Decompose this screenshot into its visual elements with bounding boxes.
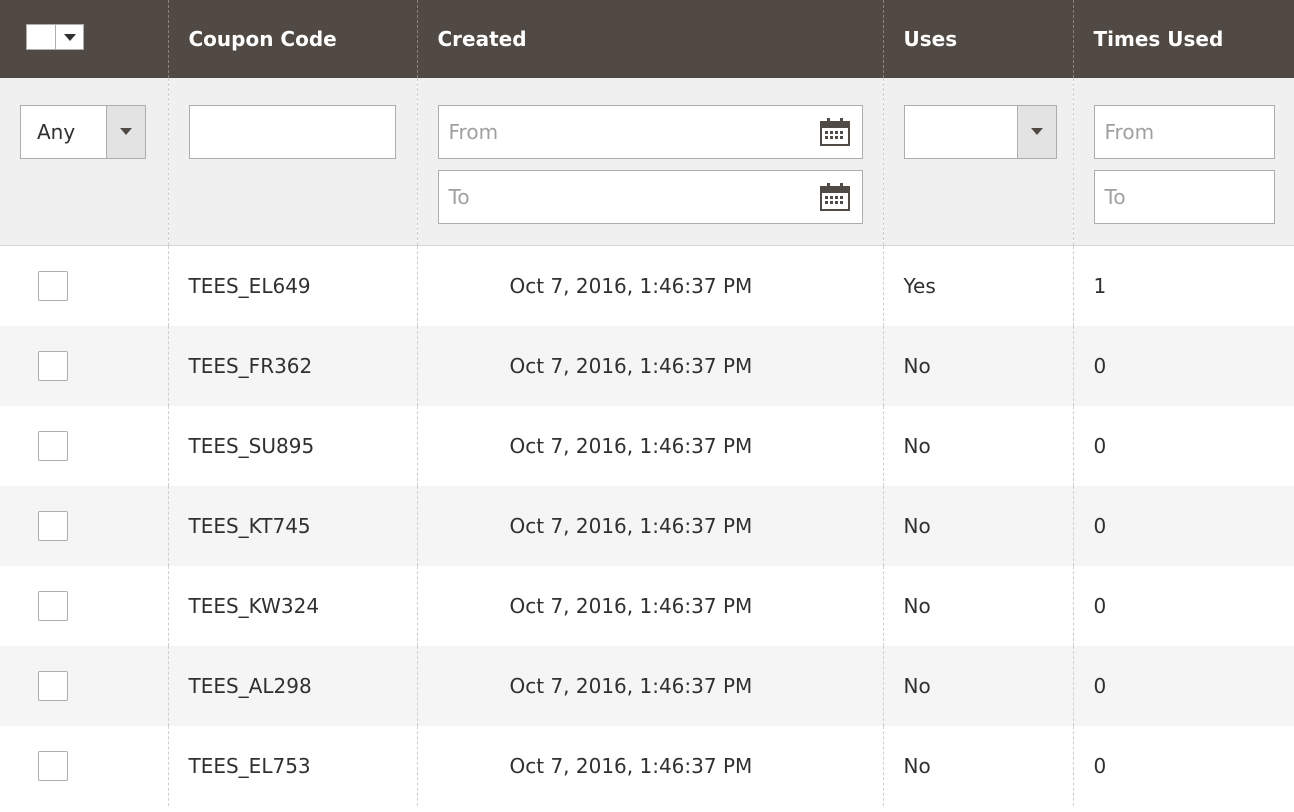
times-used-cell: 0 — [1072, 485, 1294, 566]
uses-cell: Yes — [882, 245, 1073, 326]
times-used-cell: 0 — [1072, 565, 1294, 646]
created-from-placeholder: From — [448, 120, 499, 144]
column-header-uses[interactable]: Uses — [882, 0, 1073, 78]
created-cell: Oct 7, 2016, 1:46:37 PM — [416, 405, 883, 486]
table-row[interactable]: TEES_EL753 Oct 7, 2016, 1:46:37 PM No 0 — [0, 725, 1294, 806]
mass-select-checkbox[interactable] — [26, 23, 56, 50]
times-used-to-placeholder: To — [1104, 185, 1126, 209]
calendar-icon[interactable] — [819, 183, 850, 211]
coupon-code-cell: TEES_KW324 — [167, 565, 417, 646]
created-cell: Oct 7, 2016, 1:46:37 PM — [416, 325, 883, 406]
row-select-cell — [0, 645, 168, 726]
coupon-code-cell: TEES_KT745 — [167, 485, 417, 566]
row-checkbox[interactable] — [38, 350, 68, 381]
uses-cell: No — [882, 565, 1073, 646]
header-row: Coupon Code Created Uses Times Used — [0, 0, 1294, 78]
any-select-value: Any — [37, 120, 76, 144]
chevron-down-icon[interactable] — [56, 23, 84, 50]
table-row[interactable]: TEES_AL298 Oct 7, 2016, 1:46:37 PM No 0 — [0, 645, 1294, 726]
table-row[interactable]: TEES_EL649 Oct 7, 2016, 1:46:37 PM Yes 1 — [0, 245, 1294, 326]
filter-created-cell: From To — [416, 78, 883, 246]
created-cell: Oct 7, 2016, 1:46:37 PM — [416, 565, 883, 646]
times-used-cell: 0 — [1072, 325, 1294, 406]
uses-cell: No — [882, 405, 1073, 486]
row-select-cell — [0, 485, 168, 566]
created-cell: Oct 7, 2016, 1:46:37 PM — [416, 245, 883, 326]
row-checkbox[interactable] — [38, 670, 68, 701]
uses-select[interactable] — [903, 105, 1057, 159]
coupon-code-cell: TEES_EL753 — [167, 725, 417, 806]
created-to-placeholder: To — [448, 185, 470, 209]
uses-cell: No — [882, 725, 1073, 806]
times-used-cell: 0 — [1072, 645, 1294, 726]
coupon-code-cell: TEES_EL649 — [167, 245, 417, 326]
mass-select-dropdown[interactable] — [26, 23, 84, 50]
filter-uses-cell — [882, 78, 1073, 246]
row-checkbox[interactable] — [38, 270, 68, 301]
coupon-code-cell: TEES_SU895 — [167, 405, 417, 486]
table-row[interactable]: TEES_SU895 Oct 7, 2016, 1:46:37 PM No 0 — [0, 405, 1294, 486]
any-select[interactable]: Any — [20, 105, 146, 159]
coupon-code-cell: TEES_FR362 — [167, 325, 417, 406]
row-select-cell — [0, 566, 168, 646]
times-used-from-placeholder: From — [1104, 120, 1155, 144]
column-header-times-used[interactable]: Times Used — [1072, 0, 1294, 78]
created-cell: Oct 7, 2016, 1:46:37 PM — [416, 645, 883, 726]
created-to-input[interactable]: To — [437, 170, 863, 224]
times-used-from-input[interactable]: From — [1093, 105, 1275, 159]
uses-cell: No — [882, 645, 1073, 726]
table-row[interactable]: TEES_FR362 Oct 7, 2016, 1:46:37 PM No 0 — [0, 325, 1294, 406]
chevron-down-icon[interactable] — [106, 106, 145, 158]
chevron-down-icon[interactable] — [1016, 106, 1056, 158]
row-checkbox[interactable] — [38, 750, 68, 781]
coupon-grid: Coupon Code Created Uses Times Used Any … — [0, 0, 1294, 806]
row-select-cell — [0, 246, 168, 326]
filter-select-cell: Any — [0, 78, 168, 246]
uses-cell: No — [882, 325, 1073, 406]
column-header-created[interactable]: Created — [416, 0, 883, 78]
calendar-icon[interactable] — [819, 118, 850, 146]
times-used-cell: 1 — [1072, 245, 1294, 326]
times-used-to-input[interactable]: To — [1093, 170, 1275, 224]
column-header-coupon-code[interactable]: Coupon Code — [167, 0, 417, 78]
coupon-code-cell: TEES_AL298 — [167, 645, 417, 726]
row-checkbox[interactable] — [38, 430, 68, 461]
created-cell: Oct 7, 2016, 1:46:37 PM — [416, 725, 883, 806]
mass-action-header — [0, 0, 168, 78]
coupon-code-filter-input[interactable] — [188, 105, 396, 159]
table-row[interactable]: TEES_KT745 Oct 7, 2016, 1:46:37 PM No 0 — [0, 485, 1294, 566]
table-row[interactable]: TEES_KW324 Oct 7, 2016, 1:46:37 PM No 0 — [0, 565, 1294, 646]
filter-row: Any From To From To — [0, 78, 1294, 246]
times-used-cell: 0 — [1072, 405, 1294, 486]
row-select-cell — [0, 406, 168, 486]
filter-coupon-code-cell — [167, 78, 417, 246]
row-select-cell — [0, 325, 168, 406]
row-checkbox[interactable] — [38, 510, 68, 541]
uses-cell: No — [882, 485, 1073, 566]
row-select-cell — [0, 726, 168, 806]
filter-times-used-cell: From To — [1072, 78, 1294, 246]
times-used-cell: 0 — [1072, 725, 1294, 806]
created-from-input[interactable]: From — [437, 105, 863, 159]
created-cell: Oct 7, 2016, 1:46:37 PM — [416, 485, 883, 566]
row-checkbox[interactable] — [38, 590, 68, 621]
